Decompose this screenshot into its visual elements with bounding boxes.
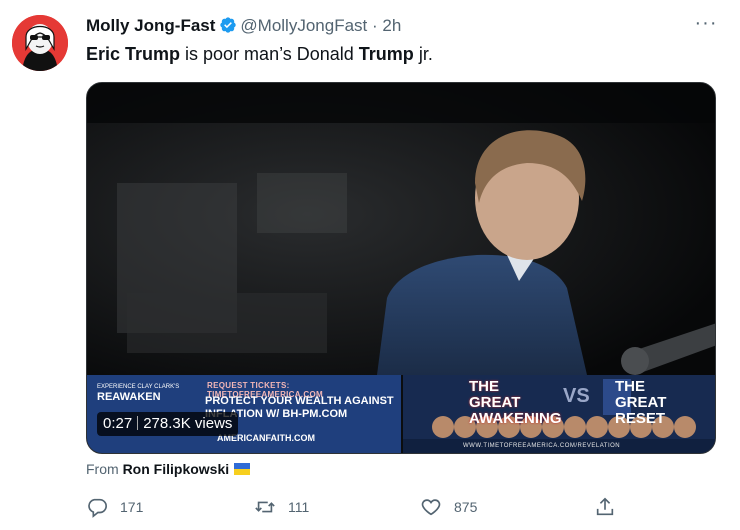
separator-dot: ·	[372, 16, 378, 35]
share-button[interactable]	[594, 493, 616, 521]
ad-great-reset-text: THE GREAT RESET	[615, 378, 667, 427]
video-player[interactable]: EXPERIENCE CLAY CLARK'S REAWAKEN REQUEST …	[86, 82, 716, 454]
author-handle[interactable]: @MollyJongFast	[240, 16, 367, 35]
tweet-header: Molly Jong-Fast @MollyJongFast · 2h	[86, 16, 401, 39]
video-info-badge: 0:27 278.3K views	[97, 412, 239, 436]
heart-icon	[421, 499, 441, 516]
more-options-icon[interactable]: ···	[694, 13, 718, 36]
ukraine-flag-icon	[234, 463, 251, 475]
like-count: 875	[454, 499, 478, 515]
source-name[interactable]: Ron Filipkowski	[123, 461, 230, 477]
tweet-text-bold-3: Trump	[358, 44, 414, 64]
retweet-count: 111	[288, 499, 310, 515]
reply-button[interactable]: 171	[86, 493, 143, 521]
reply-icon	[88, 498, 107, 518]
video-duration: 0:27	[103, 415, 133, 432]
tweet-text: Eric Trump is poor man’s Donald Trump jr…	[86, 42, 433, 66]
verified-badge-icon	[219, 16, 237, 39]
ad-event-title: EXPERIENCE CLAY CLARK'S REAWAKEN	[97, 384, 180, 403]
reply-count: 171	[120, 499, 144, 515]
tweet-text-part-2: is poor man’s Donald	[180, 44, 359, 64]
tweet-text-part-4: jr.	[413, 44, 433, 64]
video-views: 278.3K views	[143, 415, 233, 432]
tweet-timestamp[interactable]: 2h	[382, 16, 401, 35]
like-button[interactable]: 875	[420, 493, 477, 521]
ad-vs-text: VS	[563, 385, 590, 407]
tweet[interactable]: Molly Jong-Fast @MollyJongFast · 2h ··· E…	[0, 0, 740, 530]
tweet-text-bold-1: Eric Trump	[86, 44, 181, 64]
retweet-icon	[255, 501, 275, 513]
avatar[interactable]	[12, 15, 68, 71]
share-icon	[596, 497, 614, 516]
ad-panel-right: THE GREAT AWAKENING VS THE GREAT RESET W…	[403, 375, 715, 453]
retweet-button[interactable]: 111	[254, 493, 309, 521]
video-source: From Ron Filipkowski	[86, 460, 251, 478]
avatar-portrait-icon	[12, 15, 68, 71]
tweet-actions: 171 111 875	[86, 493, 716, 521]
ad-great-awakening-text: THE GREAT AWAKENING	[469, 378, 562, 427]
video-frame-image	[87, 83, 715, 375]
badge-divider	[137, 416, 139, 430]
author-name[interactable]: Molly Jong-Fast	[86, 16, 215, 35]
source-prefix: From	[86, 461, 119, 477]
ad-url-text: WWW.TIMETOFREEAMERICA.COM/REVELATION	[463, 443, 621, 449]
